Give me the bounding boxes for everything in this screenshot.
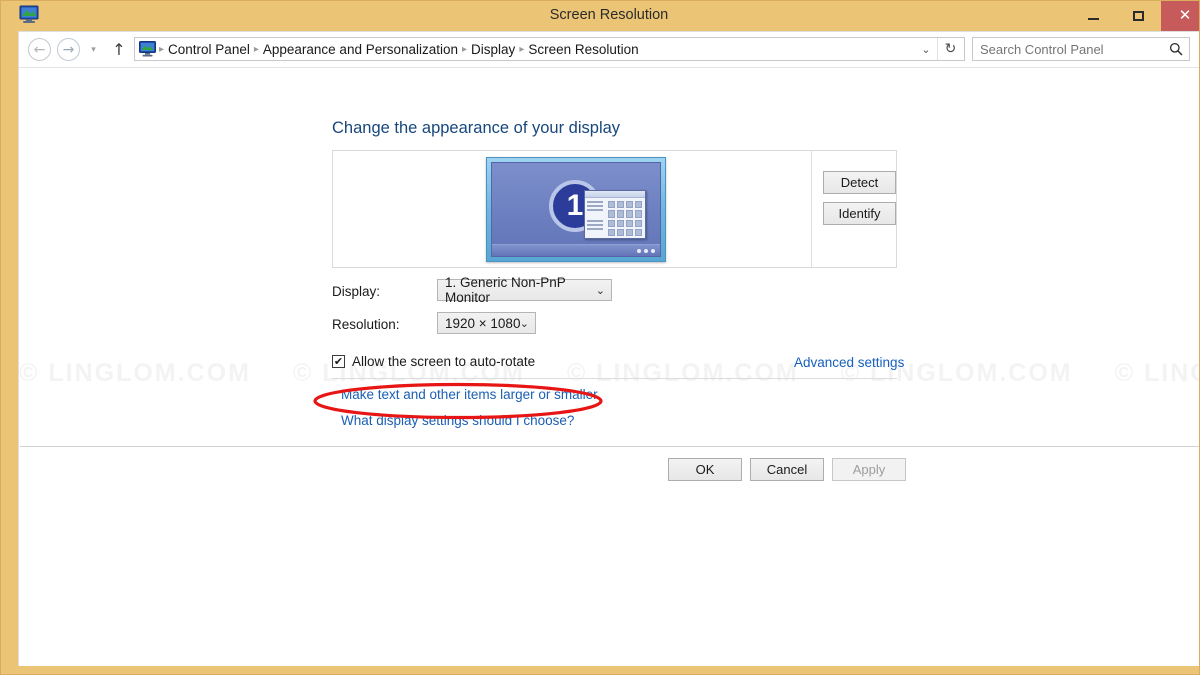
window-frame: Screen Resolution ✕ ← → ▾ ↑ (0, 0, 1200, 675)
forward-button[interactable]: → (57, 38, 80, 61)
mini-line (587, 205, 603, 207)
resolution-label: Resolution: (332, 317, 400, 332)
title-bar: Screen Resolution ✕ (9, 0, 1200, 31)
client-area: ← → ▾ ↑ (18, 31, 1200, 666)
taskbar-dot (651, 249, 655, 253)
mini-line (587, 220, 603, 222)
up-button[interactable]: ↑ (108, 38, 130, 61)
monitor-preview[interactable]: 1 (486, 157, 666, 262)
minimize-icon (1088, 18, 1099, 20)
forward-arrow-icon: → (63, 42, 75, 58)
display-select-value: 1. Generic Non-PnP Monitor (445, 275, 611, 305)
taskbar-dot (637, 249, 641, 253)
breadcrumb-separator: ▸ (518, 44, 525, 55)
footer-divider (20, 446, 1200, 447)
recent-locations-button[interactable]: ▾ (85, 38, 102, 61)
back-arrow-icon: ← (34, 42, 46, 58)
breadcrumb-appearance-and-personalization[interactable]: Appearance and Personalization (260, 42, 461, 57)
refresh-icon: ↻ (945, 41, 957, 57)
cancel-button[interactable]: Cancel (750, 458, 824, 481)
search-box[interactable] (972, 37, 1190, 61)
chevron-down-icon: ⌄ (921, 43, 930, 56)
mini-line (587, 209, 603, 211)
resolution-select[interactable]: 1920 × 1080 ⌄ (437, 312, 536, 334)
watermark-text: © LINGLOM.COM (1115, 359, 1200, 388)
display-select[interactable]: 1. Generic Non-PnP Monitor ⌄ (437, 279, 612, 301)
back-button[interactable]: ← (28, 38, 51, 61)
address-dropdown-button[interactable]: ⌄ (915, 38, 937, 60)
search-input[interactable] (973, 41, 1163, 58)
close-icon: ✕ (1179, 8, 1192, 23)
detect-button[interactable]: Detect (823, 171, 896, 194)
address-bar[interactable]: ▸ Control Panel ▸ Appearance and Persona… (134, 37, 965, 61)
breadcrumb-control-panel[interactable]: Control Panel (165, 42, 253, 57)
display-preview-panel: 1 (332, 150, 897, 268)
auto-rotate-label: Allow the screen to auto-rotate (352, 354, 535, 369)
display-label: Display: (332, 284, 380, 299)
mini-window-titlebar (585, 191, 645, 198)
mini-window-sidebar (585, 198, 605, 239)
mini-line (587, 224, 603, 226)
breadcrumb-separator: ▸ (253, 44, 260, 55)
chevron-down-icon: ▾ (91, 45, 96, 55)
check-icon: ✔ (334, 356, 343, 367)
apply-button: Apply (832, 458, 906, 481)
navigation-bar: ← → ▾ ↑ (19, 32, 1200, 68)
breadcrumb-display-icon (139, 41, 156, 57)
section-divider (332, 378, 897, 379)
up-arrow-icon: ↑ (112, 40, 125, 59)
auto-rotate-checkbox[interactable]: ✔ (332, 355, 345, 368)
mini-line (587, 228, 603, 230)
breadcrumb-separator: ▸ (461, 44, 468, 55)
watermark-text: © LINGLOM.COM (19, 359, 293, 388)
chevron-down-icon: ⌄ (520, 317, 529, 330)
mini-taskbar (492, 244, 660, 256)
advanced-settings-link[interactable]: Advanced settings (794, 355, 904, 370)
mini-window-thumbnail (584, 190, 646, 239)
panel-divider (811, 151, 812, 267)
mini-window-body (585, 198, 645, 239)
window-title: Screen Resolution (9, 0, 1200, 31)
taskbar-dot (644, 249, 648, 253)
minimize-button[interactable] (1071, 0, 1116, 31)
monitor-screen: 1 (491, 162, 661, 257)
close-button[interactable]: ✕ (1161, 0, 1200, 31)
breadcrumb-display[interactable]: Display (468, 42, 518, 57)
breadcrumb-separator: ▸ (158, 44, 165, 55)
window-controls: ✕ (1071, 0, 1200, 31)
maximize-button[interactable] (1116, 0, 1161, 31)
refresh-button[interactable]: ↻ (937, 38, 963, 60)
ok-button[interactable]: OK (668, 458, 742, 481)
chevron-down-icon: ⌄ (596, 284, 605, 297)
resolution-select-value: 1920 × 1080 (445, 316, 520, 331)
mini-line (587, 201, 603, 203)
watermark: © LINGLOM.COM © LINGLOM.COM © LINGLOM.CO… (19, 355, 1200, 391)
auto-rotate-checkbox-row[interactable]: ✔ Allow the screen to auto-rotate (332, 354, 535, 369)
page-title: Change the appearance of your display (332, 119, 620, 138)
make-text-larger-link[interactable]: Make text and other items larger or smal… (341, 387, 598, 402)
mini-window-icon-grid (605, 198, 645, 239)
what-display-settings-link[interactable]: What display settings should I choose? (341, 413, 574, 428)
breadcrumb-screen-resolution[interactable]: Screen Resolution (525, 42, 641, 57)
maximize-icon (1133, 11, 1144, 21)
search-icon[interactable] (1163, 42, 1189, 56)
identify-button[interactable]: Identify (823, 202, 896, 225)
page-content: Change the appearance of your display 1 (19, 68, 1200, 666)
